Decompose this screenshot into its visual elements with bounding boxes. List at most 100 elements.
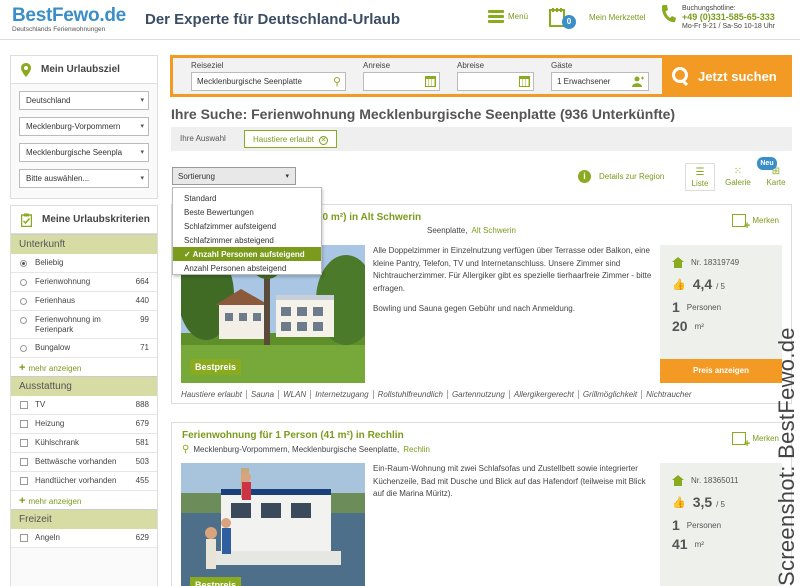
abreise-input[interactable]: [457, 72, 534, 91]
selection-tag[interactable]: Haustiere erlaubt ✕: [244, 130, 337, 148]
checkbox[interactable]: [20, 439, 28, 447]
merken-button[interactable]: Merken: [732, 214, 779, 232]
more-unterkunft-link[interactable]: + mehr anzeigen: [11, 358, 157, 376]
anreise-input[interactable]: [363, 72, 440, 91]
anreise-field: Anreise: [363, 61, 440, 91]
region-select[interactable]: Mecklenburgische Seenpla ▾: [19, 143, 149, 162]
listing-image[interactable]: Bestpreis: [181, 463, 365, 586]
details-region-link[interactable]: i Details zur Region: [578, 170, 664, 183]
destination-panel: Mein Urlaubsziel Deutschland ▾ Mecklenbur…: [10, 55, 158, 199]
filter-angeln[interactable]: Angeln 629: [11, 529, 157, 548]
menu-label: Menü: [508, 12, 529, 21]
radio[interactable]: [20, 279, 27, 286]
bestpreis-badge: Bestpreis: [190, 359, 242, 375]
listing-stats: Nr. 18319749 👍 4,4 / 5 1 Personen 20 m² Pre…: [660, 245, 782, 383]
checkbox[interactable]: [20, 458, 28, 466]
sort-dropdown: Standard Beste Bewertungen Schlafzimmer …: [172, 187, 322, 275]
chevron-down-icon: ▾: [140, 175, 144, 182]
booking-hotline[interactable]: Buchungshotline: +49 (0)331-585-65-333 M…: [660, 4, 775, 31]
checkbox[interactable]: [20, 477, 28, 485]
radio[interactable]: [20, 298, 27, 305]
filter-bungalow[interactable]: Bungalow 71: [11, 339, 157, 358]
filter-ferienhaus[interactable]: Ferienhaus 440: [11, 292, 157, 311]
radio-selected[interactable]: [20, 260, 27, 267]
sort-option-best-ratings[interactable]: Beste Bewertungen: [173, 205, 321, 219]
filter-beliebig[interactable]: Beliebig: [11, 254, 157, 273]
map-pin-icon: [21, 62, 31, 77]
category-ausstattung[interactable]: Ausstattung: [11, 376, 157, 396]
house-icon: [672, 475, 684, 486]
new-badge: Neu: [757, 157, 777, 170]
info-icon: i: [578, 170, 591, 183]
radio[interactable]: [20, 345, 27, 352]
criteria-title: Meine Urlaubskriterien: [11, 206, 157, 234]
country-select[interactable]: Deutschland ▾: [19, 91, 149, 110]
sort-option-persons-asc[interactable]: ✓ Anzahl Personen aufsteigend: [173, 247, 321, 261]
merkzettel-count-badge: 0: [562, 15, 576, 29]
selection-label: Ihre Auswahl: [180, 134, 226, 143]
filter-handtuecher[interactable]: Handtücher vorhanden 455: [11, 472, 157, 491]
grid-icon: ⁙: [733, 166, 743, 177]
map-pin-icon: ⚲: [182, 444, 190, 455]
close-icon[interactable]: ✕: [318, 136, 328, 145]
sort-option-bedrooms-asc[interactable]: Schlafzimmer aufsteigend: [173, 219, 321, 233]
listing-size: 20: [672, 318, 688, 334]
hotline-number[interactable]: +49 (0)331-585-65-333: [682, 13, 775, 22]
checkbox[interactable]: [20, 420, 28, 428]
notepad-icon: 0: [549, 7, 576, 29]
listing-number: Nr. 18319749: [691, 258, 740, 267]
location-link[interactable]: Alt Schwerin: [471, 226, 515, 235]
search-button[interactable]: Jetzt suchen: [662, 58, 789, 94]
location-link[interactable]: Rechlin: [403, 445, 430, 454]
sort-option-persons-desc[interactable]: Anzahl Personen absteigend: [173, 261, 321, 275]
listing-stats: Nr. 18365011 👍 3,5 / 5 1 Personen 41 m²: [660, 463, 782, 586]
category-freizeit[interactable]: Freizeit: [11, 509, 157, 529]
place-select[interactable]: Bitte auswählen... ▾: [19, 169, 149, 188]
filter-ferienwohnung[interactable]: Ferienwohnung 664: [11, 273, 157, 292]
filter-ferienpark[interactable]: Ferienwohnung im Ferienpark 99: [11, 311, 157, 339]
hamburger-icon: [488, 10, 504, 23]
filter-bettwaesche[interactable]: Bettwäsche vorhanden 503: [11, 453, 157, 472]
price-button[interactable]: Preis anzeigen: [660, 359, 782, 383]
merkzettel-button[interactable]: 0 Mein Merkzettel: [549, 7, 646, 29]
check-icon: ✓: [184, 250, 193, 259]
state-select[interactable]: Mecklenburg-Vorpommern ▾: [19, 117, 149, 136]
bookmark-add-icon: [732, 214, 750, 232]
sort-select[interactable]: Sortierung ▾: [172, 167, 296, 185]
filter-kuehlschrank[interactable]: Kühlschrank 581: [11, 434, 157, 453]
radio[interactable]: [20, 317, 27, 324]
logo-subtitle: Deutschlands Ferienwohnungen: [12, 26, 106, 33]
merken-button[interactable]: Merken: [732, 432, 779, 450]
listing-card[interactable]: Ferienwohnung für 1 Person (41 m²) in Re…: [171, 422, 792, 586]
filter-heizung[interactable]: Heizung 679: [11, 415, 157, 434]
house-icon: [672, 257, 684, 268]
guests-icon: [632, 76, 644, 87]
list-icon: ☰: [695, 167, 705, 178]
category-unterkunft[interactable]: Unterkunft: [11, 234, 157, 254]
criteria-panel: Meine Urlaubskriterien Unterkunft Belieb…: [10, 205, 158, 586]
gaeste-input[interactable]: 1 Erwachsener: [551, 72, 649, 91]
houseboat-photo: [181, 463, 365, 586]
bestpreis-badge: Bestpreis: [190, 577, 242, 586]
checkbox[interactable]: [20, 534, 28, 542]
sort-option-bedrooms-desc[interactable]: Schlafzimmer absteigend: [173, 233, 321, 247]
merkzettel-label: Mein Merkzettel: [589, 12, 646, 22]
calendar-icon[interactable]: [519, 76, 530, 87]
plus-icon: +: [19, 362, 26, 374]
sort-option-standard[interactable]: Standard: [173, 191, 321, 205]
listing-title[interactable]: 20 m²) in Alt Schwerin: [317, 212, 421, 223]
view-list-button[interactable]: ☰ Liste: [685, 163, 715, 191]
abreise-field: Abreise: [457, 61, 534, 91]
view-gallery-button[interactable]: ⁙ Galerie: [723, 163, 753, 191]
listing-title[interactable]: Ferienwohnung für 1 Person (41 m²) in Re…: [182, 430, 404, 441]
hotline-hours: Mo-Fr 9-21 / Sa-So 10-18 Uhr: [682, 23, 775, 30]
listing-location: ⚲ Mecklenburg-Vorpommern, Mecklenburgisc…: [182, 444, 430, 455]
menu-button[interactable]: Menü: [488, 10, 528, 23]
more-ausstattung-link[interactable]: + mehr anzeigen: [11, 491, 157, 509]
checkbox[interactable]: [20, 401, 28, 409]
chevron-down-icon: ▾: [140, 123, 144, 130]
site-logo[interactable]: BestFewo.de Deutschlands Ferienwohnungen: [12, 6, 126, 33]
calendar-icon[interactable]: [425, 76, 436, 87]
reiseziel-input[interactable]: Mecklenburgische Seenplatte ⚲: [191, 72, 346, 91]
filter-tv[interactable]: TV 888: [11, 396, 157, 415]
